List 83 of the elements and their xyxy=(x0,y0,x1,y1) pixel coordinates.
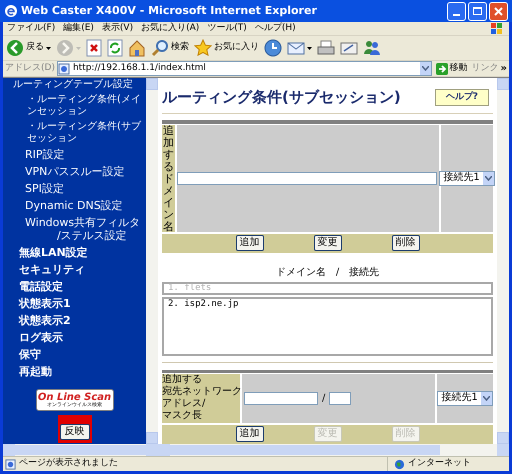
people-icon xyxy=(363,39,381,57)
connection-select[interactable]: 接続先1 xyxy=(439,170,495,186)
caret-icon xyxy=(46,46,51,50)
close-icon xyxy=(494,6,503,16)
home-icon xyxy=(128,39,146,57)
search-icon xyxy=(151,39,169,57)
menu-item[interactable]: 編集(E) xyxy=(59,24,98,33)
sidebar-link[interactable]: 状態表示2 xyxy=(3,314,146,327)
sidebar-link[interactable]: セキュリティ xyxy=(3,263,146,276)
zone-text: インターネット xyxy=(408,457,471,470)
form-button[interactable]: 追加 xyxy=(236,235,264,251)
close-button[interactable] xyxy=(489,2,508,20)
back-button[interactable]: 戻る xyxy=(5,37,52,59)
sidebar-link[interactable]: ・ルーティング条件(サブセッション xyxy=(3,121,146,145)
refresh-button[interactable] xyxy=(106,37,124,59)
sidebar-link[interactable]: ログ表示 xyxy=(3,331,146,344)
dropdown-icon xyxy=(482,172,494,184)
stop-button[interactable] xyxy=(85,37,103,59)
vertical-scrollbar[interactable] xyxy=(146,78,158,444)
printer-icon xyxy=(317,39,335,57)
status-text: ページが表示されました xyxy=(19,457,118,470)
list-entry[interactable]: 2. isp2.ne.jp xyxy=(168,298,487,310)
form-label: 追加する 宛先ネットワーク アドレス/ マスク長 xyxy=(162,374,240,422)
vertical-scrollbar[interactable] xyxy=(497,78,509,444)
right-arrow-icon xyxy=(436,62,448,74)
sidebar-link[interactable]: 電話設定 xyxy=(3,280,146,293)
sidebar-link[interactable]: Dynamic DNS設定 xyxy=(3,199,146,212)
address-label: アドレス(D) xyxy=(5,62,55,75)
menu-item[interactable]: 表示(V) xyxy=(98,24,138,33)
menu-item[interactable]: ヘルプ(H) xyxy=(250,24,300,33)
sidebar-link[interactable]: SPI設定 xyxy=(3,182,146,195)
history-button[interactable] xyxy=(263,37,283,59)
form-label: 追加するドメイン名 xyxy=(162,124,175,232)
menu-item[interactable]: ツール(T) xyxy=(203,24,251,33)
column-heading: 接続先 xyxy=(349,266,380,280)
page-icon xyxy=(58,62,70,74)
go-button[interactable]: 移動 xyxy=(434,62,470,76)
sidebar-link[interactable]: VPNパススルー設定 xyxy=(3,165,146,178)
horizontal-scrollbar[interactable] xyxy=(158,444,509,456)
caret-icon xyxy=(76,46,81,50)
form-button[interactable]: 削除 xyxy=(392,235,420,251)
column-heading: / xyxy=(336,266,340,280)
separator-text: / xyxy=(322,392,326,406)
sidebar-link[interactable]: 無線LAN設定 xyxy=(3,246,146,259)
connection-select[interactable]: 接続先1 xyxy=(437,390,493,406)
column-heading: ドメイン名 xyxy=(276,266,326,280)
search-button[interactable]: 検索 xyxy=(150,37,190,59)
address-input[interactable] xyxy=(244,392,318,404)
sidebar-link[interactable]: 再起動 xyxy=(3,365,146,378)
form-button[interactable]: 追加 xyxy=(236,426,264,442)
history-icon xyxy=(264,39,282,57)
sidebar-link[interactable]: Windows共有フィルタ /ステルス設定 xyxy=(3,216,146,242)
favorites-button[interactable]: お気に入り xyxy=(193,37,260,59)
window-title: Web Caster X400V - Microsoft Internet Explorer xyxy=(21,2,317,19)
dropdown-icon xyxy=(420,62,431,75)
page-icon xyxy=(5,458,16,470)
star-icon xyxy=(194,39,212,57)
dropdown-icon xyxy=(480,392,492,404)
globe-icon xyxy=(394,458,405,470)
browser-icon xyxy=(4,4,18,18)
apply-button[interactable]: 反映 xyxy=(60,424,90,440)
sidebar-link[interactable]: 状態表示1 xyxy=(3,297,146,310)
sidebar-link[interactable]: RIP設定 xyxy=(3,148,146,161)
menu-item[interactable]: お気に入り(A) xyxy=(137,24,204,33)
minimize-button[interactable] xyxy=(447,2,466,20)
sidebar-link[interactable]: 保守 xyxy=(3,348,146,361)
form-button[interactable]: 変更 xyxy=(314,235,342,251)
refresh-icon xyxy=(107,39,123,57)
help-button[interactable]: ヘルプ? xyxy=(434,88,489,106)
stop-icon xyxy=(86,39,102,57)
horizontal-scrollbar[interactable] xyxy=(3,444,158,456)
more-button[interactable]: » xyxy=(500,64,507,74)
menu-item[interactable]: ファイル(F) xyxy=(3,24,60,33)
windows-logo-icon xyxy=(491,22,503,34)
sidebar-link[interactable]: ルーティングテーブル設定 xyxy=(3,79,146,91)
sidebar-link[interactable]: ・ルーティング条件(メインセッション xyxy=(3,94,146,118)
address-field[interactable]: http://192.168.1.1/index.html xyxy=(56,61,432,76)
domain-input[interactable] xyxy=(177,172,437,184)
entry-list[interactable]: 2. isp2.ne.jp xyxy=(162,296,493,356)
mask-input[interactable] xyxy=(329,392,352,404)
page-heading: ルーティング条件(サブセッション) xyxy=(162,87,401,108)
caret-icon xyxy=(307,46,312,50)
maximize-button[interactable] xyxy=(468,2,487,20)
